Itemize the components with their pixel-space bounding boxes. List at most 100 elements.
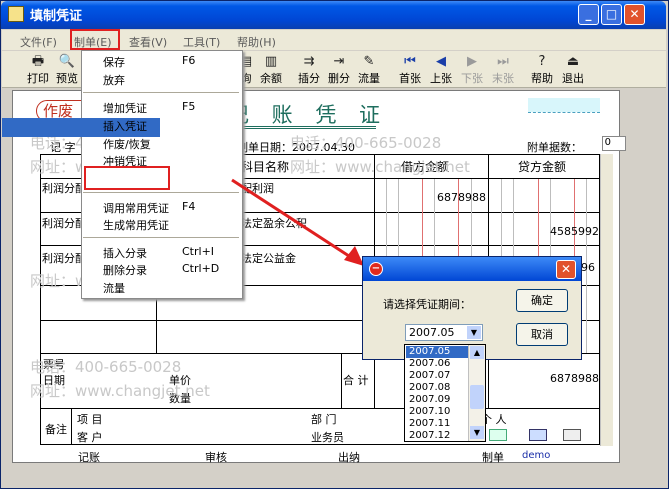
dialog-close-button[interactable]: ✕: [556, 260, 576, 279]
dialog-title-bar: [363, 257, 581, 281]
menu-flow[interactable]: 流量: [103, 280, 241, 297]
subject-header: 科目名称: [241, 160, 290, 174]
help-icon: ?: [538, 54, 546, 69]
maker-value: demo: [522, 450, 551, 461]
row2-credit[interactable]: 4585992: [550, 225, 599, 238]
card-icon[interactable]: [489, 429, 507, 441]
customer-label: 客 户: [77, 431, 103, 444]
first-icon: ⏮: [404, 54, 416, 69]
voucher-footer: 票号 日期 单价 数量 合 计 6878988: [40, 354, 600, 409]
period-option[interactable]: 2007.08: [406, 382, 469, 394]
print-button[interactable]: 🖶 打印: [24, 54, 52, 87]
exit-button[interactable]: ⏏ 退出: [559, 54, 587, 87]
menu-void-restore[interactable]: 作废/恢复: [103, 136, 241, 153]
menu-help[interactable]: 帮助(H): [237, 34, 276, 50]
help-button[interactable]: ? 帮助: [528, 54, 556, 87]
first-button[interactable]: ⏮ 首张: [396, 54, 424, 87]
row2-subject[interactable]: 法定盈余公积: [241, 215, 307, 231]
list-scrollbar[interactable]: ▲ ▼: [468, 345, 485, 441]
row3-summary[interactable]: 利润分配: [42, 250, 86, 266]
unit-price-label: 单价: [169, 374, 191, 387]
menu-view[interactable]: 查看(V): [129, 34, 167, 50]
row1-summary[interactable]: 利润分配: [42, 180, 86, 196]
preview-icon: 🔍: [58, 54, 76, 69]
balance-icon: ▥: [264, 54, 278, 69]
maximize-button[interactable]: □: [601, 4, 622, 25]
quantity-label: 数量: [169, 392, 191, 405]
menu-insert-voucher[interactable]: 插入凭证: [103, 118, 241, 135]
bookkeeper-label: 记账: [78, 451, 100, 464]
flow-icon: ✎: [363, 54, 375, 69]
voucher-number-field[interactable]: [528, 98, 600, 112]
project-label: 项 目: [77, 413, 103, 426]
period-option[interactable]: 2007.06: [406, 358, 469, 370]
cashier-label: 出纳: [338, 451, 360, 464]
cancel-button[interactable]: 取消: [516, 323, 568, 346]
period-option[interactable]: 2007.10: [406, 406, 469, 418]
row1-debit[interactable]: 6878988: [437, 191, 486, 204]
app-icon: [8, 6, 24, 22]
last-icon: ⏭: [497, 54, 509, 69]
date-label: 日期: [43, 374, 65, 387]
department-label: 部 门: [311, 413, 337, 426]
chevron-down-icon[interactable]: ▼: [467, 326, 481, 339]
error-icon: −: [369, 262, 383, 276]
row2-summary[interactable]: 利润分配: [42, 215, 86, 231]
menu-delete-entry[interactable]: 删除分录 Ctrl+D: [103, 262, 241, 279]
credit-header: 贷方金额: [518, 160, 567, 174]
last-button[interactable]: ⏭ 末张: [489, 54, 517, 87]
prev-button[interactable]: ◀ 上张: [427, 54, 455, 87]
balance-button[interactable]: ▥ 余额: [257, 54, 285, 87]
row1-subject[interactable]: 配利润: [241, 180, 274, 196]
delete-entry-button[interactable]: ⇥ 删分: [325, 54, 353, 87]
menu-insert-entry[interactable]: 插入分录 Ctrl+I: [103, 245, 241, 262]
form-scrollbar[interactable]: [600, 154, 613, 446]
ok-button[interactable]: 确定: [516, 289, 568, 312]
close-button[interactable]: ✕: [624, 4, 645, 25]
organize-highlight-box: [84, 166, 170, 190]
tool-icon[interactable]: [563, 429, 581, 441]
title-bar: [1, 1, 666, 29]
window-title: 填制凭证: [30, 9, 83, 24]
flow-button[interactable]: ✎ 流量: [355, 54, 383, 87]
next-button[interactable]: ▶ 下张: [458, 54, 486, 87]
attachment-count-field[interactable]: 0: [602, 136, 626, 151]
scroll-up-icon[interactable]: ▲: [470, 346, 484, 359]
preview-button[interactable]: 🔍 预览: [53, 54, 81, 87]
scroll-thumb[interactable]: [470, 385, 484, 409]
period-option[interactable]: 2007.09: [406, 394, 469, 406]
menu-separator: [83, 237, 239, 238]
menu-make-common[interactable]: 生成常用凭证: [103, 217, 241, 234]
period-option[interactable]: 2007.11: [406, 418, 469, 430]
menu-save[interactable]: 保存 F6: [103, 54, 241, 71]
period-select[interactable]: 2007.05 ▼: [405, 324, 483, 341]
printer-icon: 🖶: [31, 54, 45, 69]
menu-separator: [83, 192, 239, 193]
debit-header: 借方金额: [401, 160, 450, 174]
salesman-label: 业务员: [311, 431, 344, 444]
search-icon[interactable]: [529, 429, 547, 441]
insert-entry-button[interactable]: ⇉ 插分: [295, 54, 323, 87]
menu-file[interactable]: 文件(F): [20, 34, 57, 50]
delete-icon: ⇥: [333, 54, 345, 69]
title-underline: [230, 126, 376, 129]
row3-credit[interactable]: 96: [581, 261, 595, 274]
menu-use-common[interactable]: 调用常用凭证 F4: [103, 200, 241, 217]
menu-tools[interactable]: 工具(T): [183, 34, 220, 50]
menu-add-voucher[interactable]: 增加凭证 F5: [103, 100, 241, 117]
next-icon: ▶: [467, 54, 477, 69]
auditor-label: 审核: [205, 451, 227, 464]
row3-subject[interactable]: 法定公益金: [241, 250, 296, 266]
voucher-date-label: 制单日期：2007.04.30: [237, 141, 355, 154]
period-option[interactable]: 2007.05: [406, 346, 469, 358]
menu-discard[interactable]: 放弃: [103, 72, 241, 89]
total-label: 合 计: [343, 374, 369, 387]
minimize-button[interactable]: _: [578, 4, 599, 25]
maker-label: 制单: [482, 451, 504, 464]
scroll-down-icon[interactable]: ▼: [470, 426, 484, 439]
menu-separator: [83, 92, 239, 93]
period-option[interactable]: 2007.07: [406, 370, 469, 382]
period-option[interactable]: 2007.12: [406, 430, 469, 442]
voucher-word-label: 记 字: [50, 141, 76, 154]
signature-row: 记账 审核 出纳 制单 demo: [40, 448, 600, 464]
